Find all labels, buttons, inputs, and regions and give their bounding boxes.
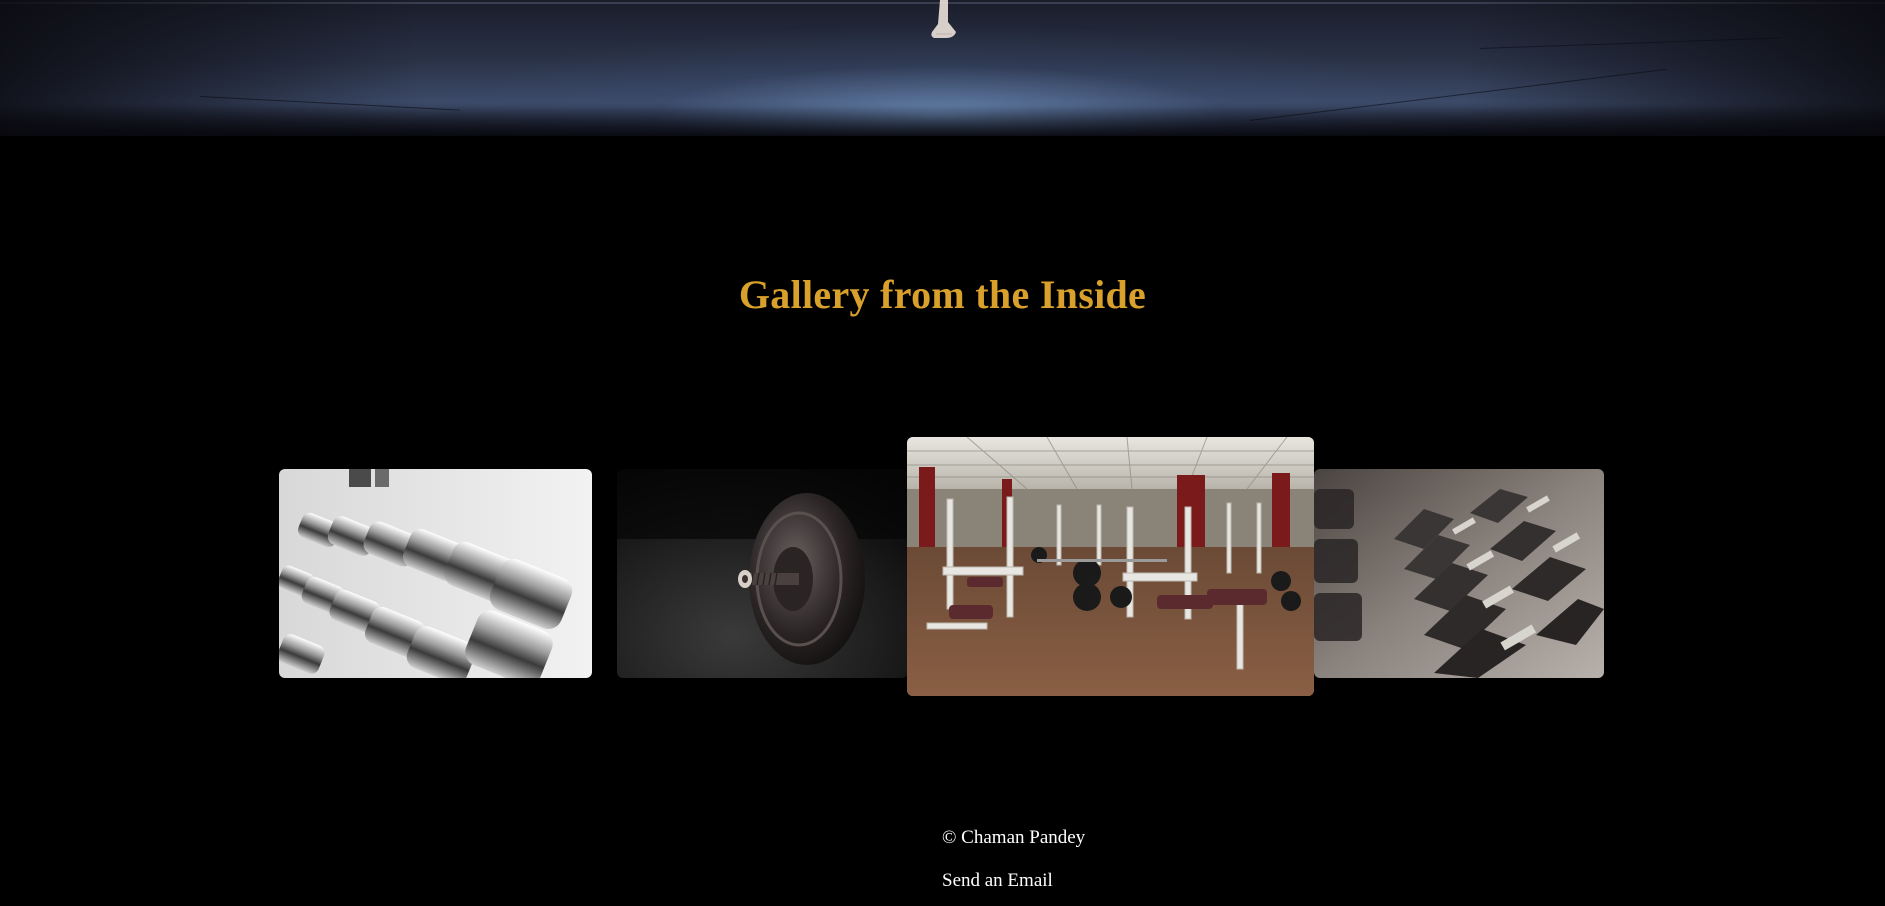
chrome-dumbbells-rack-image <box>279 469 592 678</box>
barbell-plate-on-floor-image <box>617 469 908 678</box>
copyright-text: © Chaman Pandey <box>942 827 1086 848</box>
gallery-image-4[interactable] <box>1314 469 1604 678</box>
gallery-image-3[interactable] <box>907 437 1314 696</box>
gym-interior-equipment-image <box>907 437 1314 696</box>
hero-banner <box>0 0 1885 136</box>
hex-dumbbells-row-image <box>1314 469 1604 678</box>
send-email-link[interactable]: Send an Email <box>942 869 1053 893</box>
hero-shade <box>0 106 1885 136</box>
gallery-image-2[interactable] <box>617 469 908 678</box>
performer-feet-image <box>931 0 956 38</box>
gallery-title: Gallery from the Inside <box>738 272 1147 317</box>
gallery-image-1[interactable] <box>279 469 592 678</box>
page: Gallery from the Inside © Chaman Pandey … <box>0 0 1885 906</box>
